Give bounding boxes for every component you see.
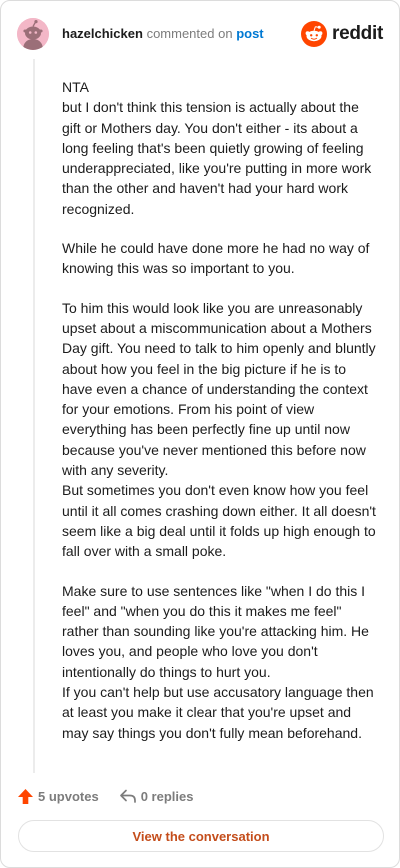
thread-line (33, 59, 35, 773)
comment-paragraph: Make sure to use sentences like "when I … (62, 582, 374, 741)
reply-arrow-icon (119, 789, 136, 803)
comment-footer: 5 upvotes 0 replies (17, 785, 213, 807)
upvotes-stat[interactable]: 5 upvotes (17, 788, 99, 805)
reddit-wordmark: reddit (332, 23, 383, 44)
username[interactable]: hazelchicken (62, 26, 143, 41)
comment-paragraph: While he could have done more he had no … (62, 240, 370, 277)
snoo-avatar-icon (17, 18, 49, 50)
post-link[interactable]: post (236, 26, 263, 41)
comment-attribution: hazelchicken commented on post (62, 26, 264, 42)
replies-count: 0 replies (140, 788, 194, 804)
comment-card: hazelchicken commented on post reddit NT… (0, 0, 400, 868)
upvote-arrow-icon (18, 788, 33, 804)
comment-action-text: commented on (146, 26, 233, 41)
replies-stat[interactable]: 0 replies (119, 788, 194, 804)
user-avatar[interactable] (17, 18, 49, 50)
reddit-logo-icon (301, 21, 328, 47)
comment-paragraph: To him this would look like you are unre… (62, 299, 376, 560)
comment-paragraph: NTA but I don't think this tension is ac… (62, 79, 372, 217)
upvotes-count: 5 upvotes (38, 788, 99, 804)
view-conversation-button[interactable]: View the conversation (18, 820, 384, 852)
comment-header: hazelchicken commented on post reddit (17, 17, 383, 51)
reddit-brand[interactable]: reddit (301, 21, 383, 47)
comment-body: NTA but I don't think this tension is ac… (62, 77, 378, 743)
